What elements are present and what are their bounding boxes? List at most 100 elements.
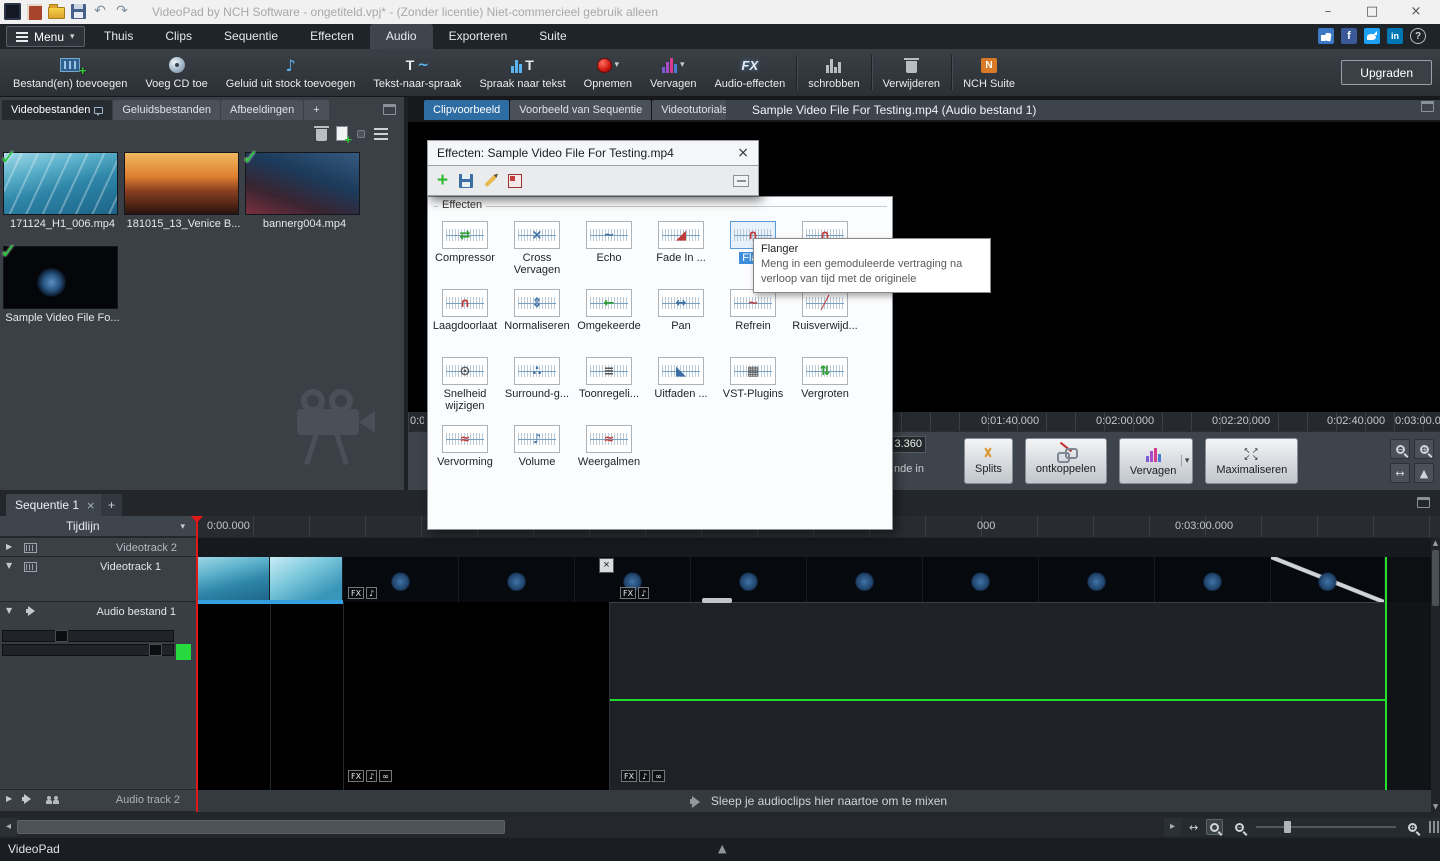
tab-sequentie-1[interactable]: Sequentie 1 ×: [6, 494, 104, 516]
fx-badge[interactable]: FX: [621, 770, 637, 782]
track-content-video-1[interactable]: × FX ♪ FX ♪: [197, 557, 1440, 602]
expand-statusbar-icon[interactable]: ▲: [718, 842, 726, 855]
effect-item-pan[interactable]: ↔Pan: [645, 283, 717, 332]
save-icon[interactable]: [71, 4, 86, 19]
minimize-button[interactable]: –: [1306, 0, 1350, 24]
media-thumbnail[interactable]: [124, 152, 239, 215]
add-cd-button[interactable]: Voeg CD toe: [136, 49, 216, 96]
maximize-preview-button[interactable]: ↖↗↙↘ Maximaliseren: [1205, 438, 1298, 484]
add-files-button[interactable]: + Bestand(en) toevoegen: [4, 49, 136, 96]
media-thumbnail[interactable]: ✓: [3, 246, 118, 309]
loop-badge[interactable]: ∞: [379, 770, 392, 782]
panel-detach-icon[interactable]: [1417, 497, 1430, 508]
timeline-view-selector[interactable]: Tijdlijn ▾: [0, 516, 197, 537]
timeline-clip[interactable]: [270, 557, 343, 602]
expanded-icon[interactable]: ▼: [6, 606, 12, 615]
timeline-clip[interactable]: [459, 557, 575, 602]
timeline-clip[interactable]: [691, 557, 807, 602]
undo-icon[interactable]: ↶: [92, 3, 108, 20]
close-button[interactable]: ×: [1394, 0, 1438, 24]
zoom-in-icon[interactable]: +: [1414, 439, 1434, 459]
scroll-up-icon[interactable]: ▲: [1431, 539, 1440, 547]
effect-item-volume[interactable]: ♪Volume: [501, 419, 573, 468]
twitter-icon[interactable]: [1364, 28, 1380, 44]
maximize-button[interactable]: □: [1350, 0, 1394, 24]
tab-voorbeeld-van-sequentie[interactable]: Voorbeeld van Sequentie: [510, 100, 651, 120]
tab-suite[interactable]: Suite: [523, 24, 582, 49]
tab-sequentie[interactable]: Sequentie: [208, 24, 294, 49]
effect-item-vst-plugins[interactable]: ▦VST-Plugins: [717, 351, 789, 400]
chevron-down-icon[interactable]: ▾: [680, 60, 685, 70]
remove-effect-icon[interactable]: [508, 174, 522, 188]
media-item[interactable]: 181015_13_Venice B...: [124, 152, 243, 230]
zoom-in-icon[interactable]: +: [1404, 819, 1421, 835]
effect-item-echo[interactable]: ~Echo: [573, 215, 645, 264]
tab-thuis[interactable]: Thuis: [88, 24, 149, 49]
track-header-audio-1[interactable]: ▼ Audio bestand 1: [0, 602, 197, 790]
track-content-audio-1[interactable]: FX ♪ ∞ FX ♪ ∞: [197, 602, 1440, 790]
tab-add[interactable]: +: [304, 100, 328, 120]
scrub-button[interactable]: schrobben: [799, 49, 868, 96]
panel-detach-icon[interactable]: [1421, 101, 1434, 112]
fit-timeline-icon[interactable]: ↔: [1189, 821, 1198, 834]
media-item[interactable]: ✓ 171124_H1_006.mp4: [3, 152, 122, 230]
audio-clip[interactable]: [197, 602, 610, 790]
vertical-scrollbar[interactable]: ▲ ▲: [1431, 538, 1440, 812]
effect-item-weergalmen[interactable]: ≈Weergalmen: [573, 419, 645, 468]
track-content-video-2[interactable]: [197, 538, 1440, 557]
effect-item-vergroten[interactable]: ⇅Vergroten: [789, 351, 861, 400]
like-icon[interactable]: [1318, 28, 1334, 44]
effect-chain-icon[interactable]: [733, 175, 749, 187]
effect-item-vervorming[interactable]: ≈Vervorming: [429, 419, 501, 468]
tab-geluidsbestanden[interactable]: Geluidsbestanden: [113, 100, 220, 120]
timeline-clip[interactable]: [1039, 557, 1155, 602]
zoom-out-icon[interactable]: −: [1231, 819, 1248, 835]
volume-envelope-line[interactable]: [610, 699, 1385, 701]
effect-item-normaliseren[interactable]: ⇕Normaliseren: [501, 283, 573, 332]
scroll-right-icon[interactable]: ▸: [1164, 818, 1181, 836]
audio-badge[interactable]: ♪: [638, 587, 649, 599]
nch-suite-button[interactable]: N NCH Suite: [954, 49, 1024, 96]
media-item[interactable]: ✓ Sample Video File Fo...: [3, 246, 122, 324]
fade-button[interactable]: ▾ Vervagen: [641, 49, 705, 96]
transition-icon[interactable]: ×: [599, 558, 614, 573]
new-project-icon[interactable]: [27, 4, 42, 20]
effect-item-uitfaden[interactable]: ◣Uitfaden ...: [645, 351, 717, 400]
effect-item-fade-in[interactable]: ◢Fade In ...: [645, 215, 717, 264]
fx-badge[interactable]: FX: [620, 587, 636, 599]
tab-audio[interactable]: Audio: [370, 24, 433, 49]
effect-item-cross-vervagen[interactable]: ×Cross Vervagen: [501, 215, 573, 276]
media-thumbnail[interactable]: ✓: [3, 152, 118, 215]
unlink-button[interactable]: ontkoppelen: [1025, 438, 1107, 484]
grip-icon[interactable]: [1429, 821, 1439, 833]
effects-dialog-titlebar[interactable]: Effecten: Sample Video File For Testing.…: [427, 140, 759, 166]
track-header-video-1[interactable]: ▼ Videotrack 1: [0, 557, 197, 602]
pan-icon[interactable]: ▲: [1414, 463, 1434, 483]
edit-icon[interactable]: [485, 174, 497, 186]
media-thumbnail[interactable]: ✓: [245, 152, 360, 215]
timeline-clip[interactable]: [197, 557, 270, 602]
scroll-left-icon[interactable]: ◂: [0, 818, 17, 836]
track-header-video-2[interactable]: ▶ Videotrack 2: [0, 538, 197, 557]
effect-item-toonregeling[interactable]: ≡Toonregeli...: [573, 351, 645, 400]
collapsed-icon[interactable]: ▶: [6, 794, 12, 803]
add-effect-icon[interactable]: +: [437, 172, 448, 190]
grid-view-icon[interactable]: [357, 130, 365, 138]
audio-badge[interactable]: ♪: [366, 770, 377, 782]
volume-slider-handle[interactable]: [55, 630, 68, 642]
record-button[interactable]: ▾ Opnemen: [575, 49, 641, 96]
timeline-zoom-slider[interactable]: [1256, 820, 1396, 834]
menu-button[interactable]: Menu ▾: [6, 26, 85, 47]
track-resize-handle[interactable]: [702, 598, 732, 603]
timeline-clip[interactable]: [923, 557, 1039, 602]
audio-effects-button[interactable]: FX Audio-effecten: [705, 49, 794, 96]
timeline-clip[interactable]: [807, 557, 923, 602]
delete-button[interactable]: Verwijderen: [874, 49, 949, 96]
add-stock-sound-button[interactable]: ♪ Geluid uit stock toevoegen: [217, 49, 365, 96]
effect-item-laagdoorlaat[interactable]: ∩Laagdoorlaat: [429, 283, 501, 332]
chevron-down-icon[interactable]: ▾: [1181, 455, 1190, 466]
timeline-clip[interactable]: [1271, 557, 1385, 602]
tab-clips[interactable]: Clips: [149, 24, 208, 49]
zoom-selection-icon[interactable]: [1206, 819, 1223, 835]
trash-icon[interactable]: [316, 129, 327, 141]
